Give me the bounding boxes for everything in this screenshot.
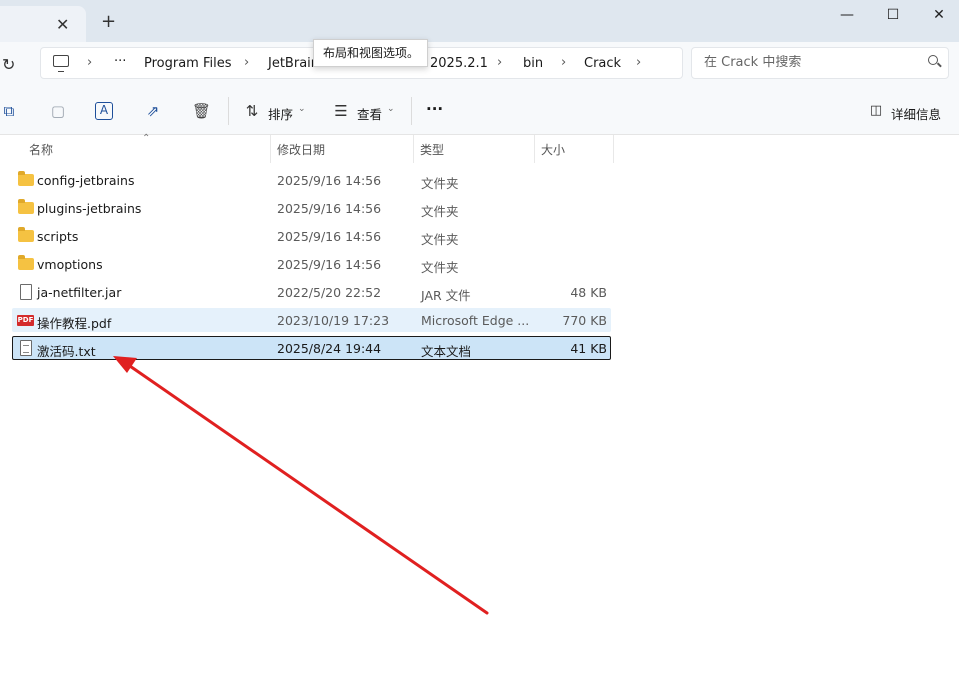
- file-size: 41 KB: [570, 341, 607, 356]
- chevron-right-icon[interactable]: ›: [636, 55, 641, 70]
- details-pane-icon[interactable]: ◫: [867, 102, 885, 120]
- close-window-button[interactable]: ✕: [916, 4, 959, 26]
- file-modified: 2025/9/16 14:56: [277, 257, 382, 272]
- close-tab-icon[interactable]: ✕: [56, 15, 69, 34]
- breadcrumb-bin[interactable]: bin: [523, 56, 543, 71]
- file-modified: 2023/10/19 17:23: [277, 313, 390, 328]
- details-button[interactable]: 详细信息: [891, 104, 941, 123]
- column-size[interactable]: 大小: [541, 141, 565, 158]
- file-row-plugins-jetbrains[interactable]: plugins-jetbrains 2025/9/16 14:56 文件夹: [12, 196, 611, 220]
- more-options-button[interactable]: ···: [426, 100, 443, 118]
- folder-icon: [18, 171, 34, 186]
- file-type: JAR 文件: [421, 288, 471, 303]
- search-icon[interactable]: [928, 55, 938, 65]
- column-type[interactable]: 类型: [420, 141, 444, 158]
- folder-icon: [18, 255, 34, 270]
- column-divider[interactable]: [270, 135, 271, 163]
- text-file-icon: [20, 340, 32, 356]
- pdf-icon: PDF: [17, 315, 34, 326]
- share-icon[interactable]: ⇗: [144, 102, 162, 120]
- file-row-tutorial-pdf[interactable]: PDF 操作教程.pdf 2023/10/19 17:23 Microsoft …: [12, 308, 611, 332]
- minimize-button[interactable]: —: [824, 4, 870, 26]
- file-modified: 2025/9/16 14:56: [277, 201, 382, 216]
- layout-options-tooltip: 布局和视图选项。: [313, 39, 428, 67]
- refresh-icon[interactable]: ↻: [2, 55, 15, 74]
- search-box[interactable]: [691, 47, 949, 79]
- command-bar: ⧉ ▢ A ⇗ 🗑 ⇅ 排序 ⌄ ☰ 查看 ⌄ ··· ◫ 详细信息: [0, 88, 959, 135]
- file-type: 文件夹: [421, 260, 459, 275]
- file-name: 操作教程.pdf: [37, 316, 112, 331]
- toolbar-divider: [411, 97, 412, 125]
- file-modified: 2022/5/20 22:52: [277, 285, 382, 300]
- file-name: config-jetbrains: [37, 173, 135, 188]
- title-bar: ✕ + — ☐ ✕: [0, 0, 959, 42]
- file-row-ja-netfilter[interactable]: ja-netfilter.jar 2022/5/20 22:52 JAR 文件 …: [12, 280, 611, 304]
- chevron-down-icon[interactable]: ⌄: [387, 104, 395, 114]
- chevron-down-icon[interactable]: ⌄: [298, 104, 306, 114]
- delete-icon[interactable]: 🗑: [192, 102, 211, 120]
- file-type: Microsoft Edge ...: [421, 313, 530, 328]
- sort-icon[interactable]: ⇅: [243, 102, 261, 120]
- column-name[interactable]: 名称: [29, 141, 53, 158]
- column-divider[interactable]: [613, 135, 614, 163]
- paste-icon[interactable]: ▢: [49, 102, 67, 120]
- file-row-config-jetbrains[interactable]: config-jetbrains 2025/9/16 14:56 文件夹: [12, 168, 611, 192]
- file-modified: 2025/9/16 14:56: [277, 173, 382, 188]
- rename-icon[interactable]: A: [95, 102, 113, 120]
- file-row-activation-code[interactable]: 激活码.txt 2025/8/24 19:44 文本文档 41 KB: [12, 336, 611, 360]
- file-size: 770 KB: [562, 313, 607, 328]
- folder-icon: [18, 199, 34, 214]
- file-name: plugins-jetbrains: [37, 201, 142, 216]
- breadcrumb-more[interactable]: ···: [114, 54, 126, 69]
- column-divider[interactable]: [534, 135, 535, 163]
- file-name: vmoptions: [37, 257, 103, 272]
- this-pc-icon[interactable]: [53, 55, 69, 72]
- search-input[interactable]: [704, 55, 914, 70]
- new-tab-button[interactable]: +: [101, 11, 116, 32]
- file-name: ja-netfilter.jar: [37, 285, 122, 300]
- file-type: 文件夹: [421, 232, 459, 247]
- chevron-right-icon[interactable]: ›: [561, 55, 566, 70]
- breadcrumb-version[interactable]: 2025.2.1: [430, 56, 488, 71]
- column-header: ⌃ 名称 修改日期 类型 大小: [0, 133, 959, 163]
- chevron-right-icon[interactable]: ›: [87, 55, 92, 70]
- file-type: 文件夹: [421, 204, 459, 219]
- file-type: 文本文档: [421, 344, 472, 359]
- folder-icon: [18, 227, 34, 242]
- file-icon: [20, 284, 32, 300]
- annotation-arrow-shaft: [125, 362, 489, 615]
- chevron-right-icon[interactable]: ›: [497, 55, 502, 70]
- view-button[interactable]: 查看: [357, 104, 382, 123]
- column-divider[interactable]: [413, 135, 414, 163]
- column-modified[interactable]: 修改日期: [277, 141, 325, 158]
- chevron-right-icon[interactable]: ›: [244, 55, 249, 70]
- sort-ascending-icon: ⌃: [142, 133, 151, 144]
- breadcrumb-program-files[interactable]: Program Files: [144, 56, 232, 71]
- copy-icon[interactable]: ⧉: [0, 102, 18, 120]
- file-name: 激活码.txt: [37, 344, 96, 359]
- file-row-scripts[interactable]: scripts 2025/9/16 14:56 文件夹: [12, 224, 611, 248]
- toolbar-divider: [228, 97, 229, 125]
- navigation-bar: ↻ › ··· Program Files › JetBrains 2025.2…: [0, 42, 959, 88]
- maximize-button[interactable]: ☐: [870, 4, 916, 26]
- sort-button[interactable]: 排序: [268, 104, 293, 123]
- explorer-tab[interactable]: ✕: [0, 6, 86, 42]
- view-icon[interactable]: ☰: [332, 102, 350, 120]
- file-modified: 2025/8/24 19:44: [277, 341, 382, 356]
- file-modified: 2025/9/16 14:56: [277, 229, 382, 244]
- file-type: 文件夹: [421, 176, 459, 191]
- file-size: 48 KB: [570, 285, 607, 300]
- file-name: scripts: [37, 229, 79, 244]
- breadcrumb-crack[interactable]: Crack: [584, 56, 621, 71]
- file-row-vmoptions[interactable]: vmoptions 2025/9/16 14:56 文件夹: [12, 252, 611, 276]
